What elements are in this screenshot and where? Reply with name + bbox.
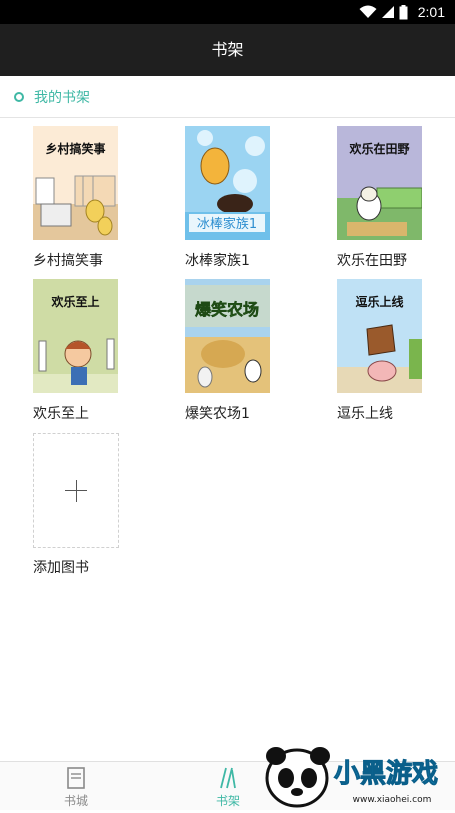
status-bar: 2:01 bbox=[0, 0, 455, 24]
book-cover-title: 爆笑农场 bbox=[195, 300, 259, 319]
book-icon bbox=[67, 767, 85, 789]
book-cover-title: 逗乐上线 bbox=[355, 295, 404, 309]
book-cover[interactable]: 爆笑农场 bbox=[185, 279, 270, 393]
book-title: 冰棒家族1 bbox=[185, 253, 250, 269]
book-title: 欢乐在田野 bbox=[337, 253, 407, 269]
tab-label: 书城 bbox=[63, 794, 88, 808]
watermark-logo: 小黑游戏 www.xiaohei.com bbox=[262, 742, 455, 809]
book-cover-title: 欢乐在田野 bbox=[349, 142, 410, 156]
book-cover-title: 乡村搞笑事 bbox=[45, 142, 106, 156]
book-title: 逗乐上线 bbox=[337, 406, 393, 422]
title-bar: 书架 bbox=[0, 24, 455, 76]
book-cover[interactable]: 乡村搞笑事 bbox=[33, 126, 118, 240]
book-cover[interactable]: 逗乐上线 bbox=[337, 279, 422, 393]
book-title: 乡村搞笑事 bbox=[33, 253, 103, 269]
watermark-url: www.xiaohei.com bbox=[353, 795, 432, 805]
book-cover-title: 欢乐至上 bbox=[51, 295, 100, 309]
panda-logo-icon: 小黑游戏 www.xiaohei.com bbox=[265, 747, 439, 808]
status-icons: 2:01 bbox=[359, 3, 445, 21]
book-cover-art: 爆笑农场 bbox=[185, 279, 270, 393]
battery-icon bbox=[399, 4, 408, 19]
section-header: 我的书架 bbox=[0, 77, 455, 118]
book-cover[interactable]: 冰棒家族1 bbox=[185, 126, 270, 240]
status-time: 2:01 bbox=[417, 4, 445, 20]
circle-bullet-icon bbox=[14, 92, 24, 102]
tab-bookshelf[interactable]: 书架 bbox=[193, 762, 263, 810]
book-title: 爆笑农场1 bbox=[185, 406, 250, 422]
page-title: 书架 bbox=[211, 40, 244, 59]
section-title: 我的书架 bbox=[34, 90, 90, 106]
book-cover-art: 冰棒家族1 bbox=[185, 126, 270, 240]
book-cover-title: 冰棒家族1 bbox=[197, 216, 257, 232]
wifi-icon bbox=[359, 5, 377, 18]
tab-bookstore[interactable]: 书城 bbox=[41, 762, 111, 810]
book-cover[interactable]: 欢乐在田野 bbox=[337, 126, 422, 240]
shelf-icon bbox=[220, 767, 236, 789]
add-book-button[interactable] bbox=[33, 433, 119, 548]
book-title: 欢乐至上 bbox=[33, 406, 89, 422]
plus-icon-vertical bbox=[76, 480, 77, 502]
book-cover[interactable]: 欢乐至上 bbox=[33, 279, 118, 393]
add-book-label: 添加图书 bbox=[33, 560, 89, 576]
tab-label: 书架 bbox=[215, 794, 240, 808]
watermark-text: 小黑游戏 bbox=[334, 759, 438, 789]
signal-icon bbox=[381, 6, 394, 18]
